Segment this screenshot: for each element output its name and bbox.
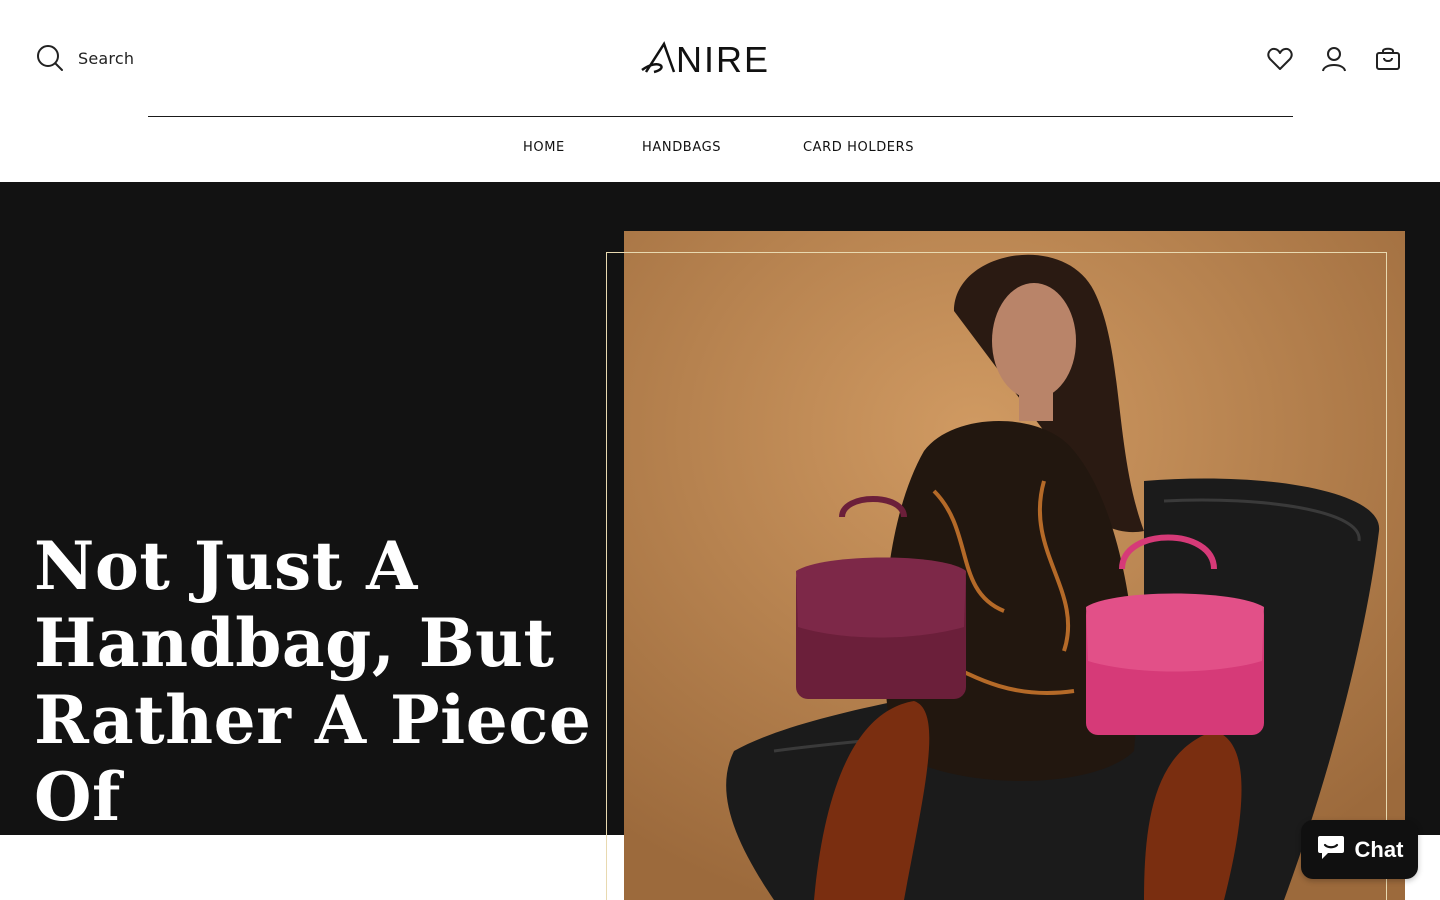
headline-line-3: Rather A Piece Of [34,681,592,836]
heart-icon[interactable] [1264,44,1296,74]
nav-handbags[interactable]: HANDBAGS [642,140,721,155]
headline-line-2: Handbag, But [34,604,555,682]
search-button[interactable]: Search [36,44,134,72]
chat-bubble-icon [1316,833,1346,866]
account-icon[interactable] [1318,44,1350,74]
search-label: Search [78,48,135,68]
chat-label: Chat [1354,836,1404,862]
headline-line-4: Art.. [34,835,199,900]
hero-frame [606,252,1387,900]
search-icon [36,44,64,72]
cart-icon[interactable] [1372,44,1404,74]
nav-card-holders[interactable]: CARD HOLDERS [803,140,914,155]
headline-line-1: Not Just A [34,527,418,605]
header-icons [1264,44,1404,74]
brand-logo[interactable]: NIRE [640,36,800,80]
chat-button[interactable]: Chat [1301,820,1418,879]
nav-home[interactable]: HOME [523,140,565,155]
site-header: Search NIRE HOME HANDBAGS CARD HOLDERS [0,0,1440,182]
hero-headline: Not Just A Handbag, But Rather A Piece O… [34,528,614,900]
logo-text: NIRE [676,39,770,80]
header-divider [148,116,1293,117]
